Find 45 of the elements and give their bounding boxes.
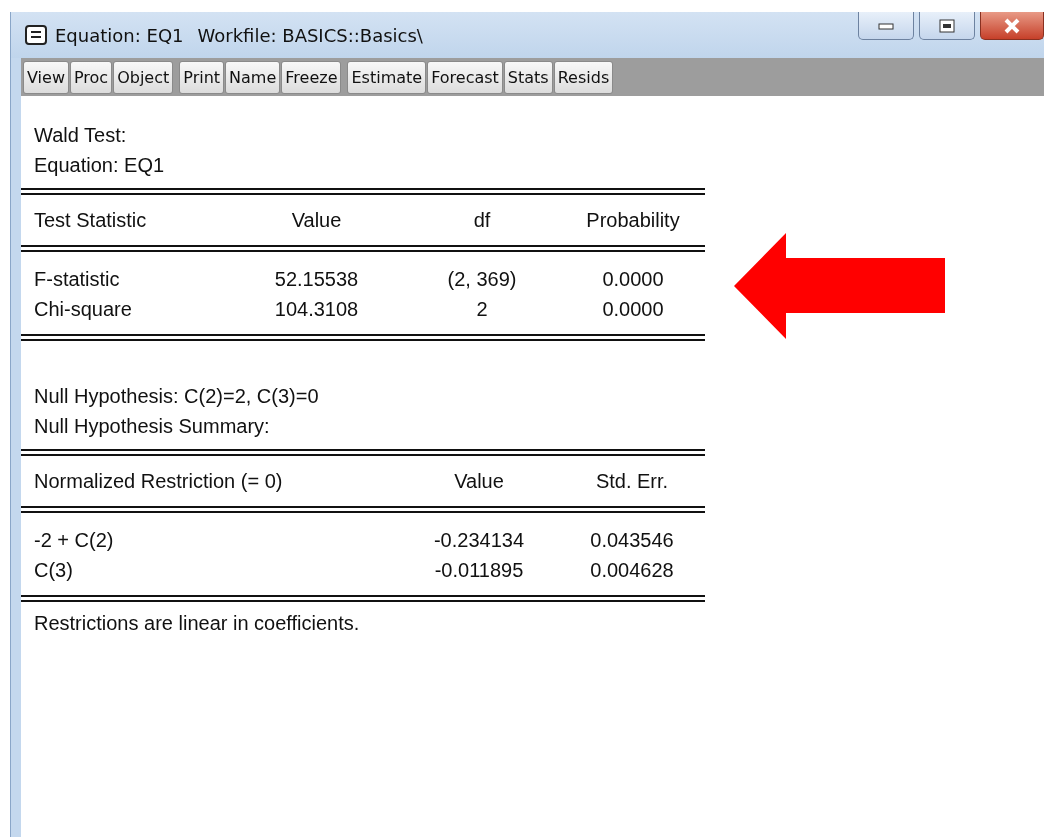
hypothesis-text: Null Hypothesis Summary:	[33, 414, 271, 439]
column-header: Std. Err.	[594, 469, 670, 494]
table-cell-text: -0.011895	[433, 558, 525, 583]
maximize-button[interactable]	[919, 12, 975, 40]
column-header: Probability	[585, 208, 681, 233]
column-header: Value	[453, 469, 505, 494]
toolbar-button[interactable]: Resids	[553, 61, 614, 94]
table-cell-text: (2, 369)	[446, 267, 518, 292]
table-cell-text: -0.234134	[432, 528, 526, 553]
column-header: Normalized Restriction (= 0)	[34, 469, 284, 494]
close-button[interactable]	[980, 12, 1044, 40]
close-icon	[1003, 17, 1021, 34]
toolbar-button[interactable]: Freeze	[281, 61, 342, 94]
window-title: Equation: EQ1	[55, 24, 184, 46]
toolbar-button[interactable]: Object	[113, 61, 174, 94]
table-cell-text: 0.0000	[601, 267, 665, 292]
column-header: df	[472, 208, 492, 233]
report-heading: Wald Test:	[33, 123, 128, 148]
column-header: Value	[290, 208, 343, 233]
toolbar-button[interactable]: Estimate	[347, 61, 427, 94]
toolbar-button[interactable]: Name	[225, 61, 281, 94]
report-heading: Equation: EQ1	[33, 153, 166, 178]
toolbar-button[interactable]: Proc	[69, 61, 113, 94]
toolbar-button[interactable]: Print	[179, 61, 225, 94]
table-cell-text: 0.043546	[589, 528, 675, 553]
table-cell-text: 104.3108	[273, 297, 360, 322]
table-cell-text: C(3)	[34, 558, 74, 583]
table-cell-text: 2	[475, 297, 489, 322]
toolbar-button[interactable]: View	[23, 61, 69, 94]
table-cell-text: -2 + C(2)	[34, 528, 115, 553]
table-cell-text: 52.15538	[273, 267, 360, 292]
hypothesis-text: Null Hypothesis: C(2)=2, C(3)=0	[33, 384, 320, 409]
note-text: Restrictions are linear in coefficients.	[33, 611, 361, 636]
minimize-button[interactable]	[858, 12, 914, 40]
maximize-icon	[939, 18, 955, 33]
minimize-icon	[878, 21, 894, 30]
menu-icon[interactable]	[25, 25, 47, 45]
column-header: Test Statistic	[34, 208, 148, 233]
toolbar-button[interactable]: Forecast	[427, 61, 503, 94]
table-cell-text: F-statistic	[34, 267, 121, 292]
table-cell-text: 0.004628	[589, 558, 675, 583]
workfile-label: Workfile: BASICS::Basics\	[197, 24, 423, 46]
table-cell-text: 0.0000	[601, 297, 665, 322]
toolbar-button[interactable]: Stats	[503, 61, 553, 94]
table-cell-text: Chi-square	[34, 297, 133, 322]
